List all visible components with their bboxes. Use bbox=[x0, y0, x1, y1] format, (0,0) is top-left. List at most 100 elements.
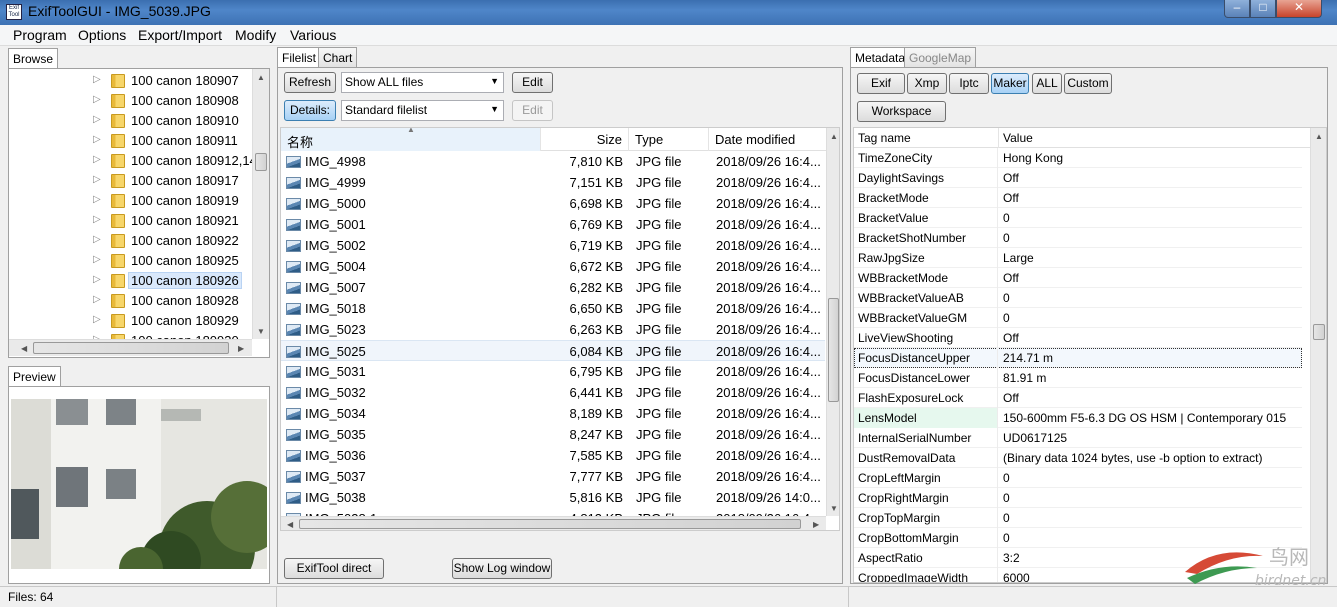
file-row[interactable]: IMG_5025 6,084 KB JPG file 2018/09/26 16:4.… bbox=[281, 340, 825, 361]
column-tag-name[interactable]: Tag name bbox=[854, 128, 999, 148]
iptc-group-button[interactable]: Iptc bbox=[949, 73, 989, 94]
file-row[interactable]: IMG_5035 8,247 KB JPG file 2018/09/26 16:4.… bbox=[281, 424, 825, 445]
expand-arrow-icon[interactable]: ▷ bbox=[93, 134, 101, 145]
file-row[interactable]: IMG_5002 6,719 KB JPG file 2018/09/26 16:4.… bbox=[281, 235, 825, 256]
tree-folder-item[interactable]: ▷ 100 canon 180928 bbox=[9, 291, 257, 311]
metadata-row[interactable]: WBBracketMode Off bbox=[854, 268, 1302, 288]
tab-browse[interactable]: Browse bbox=[8, 48, 59, 69]
file-row[interactable]: IMG_5018 6,650 KB JPG file 2018/09/26 16:4.… bbox=[281, 298, 825, 319]
expand-arrow-icon[interactable]: ▷ bbox=[93, 274, 101, 285]
file-row[interactable]: IMG_5000 6,698 KB JPG file 2018/09/26 16:4.… bbox=[281, 193, 825, 214]
tree-folder-item[interactable]: ▷ 100 canon 180917 bbox=[9, 171, 257, 191]
expand-arrow-icon[interactable]: ▷ bbox=[93, 114, 101, 125]
tree-folder-item[interactable]: ▷ 100 canon 180929 bbox=[9, 311, 257, 331]
maximize-button[interactable]: □ bbox=[1250, 0, 1276, 18]
tab-preview[interactable]: Preview bbox=[8, 366, 61, 387]
file-row[interactable]: IMG_5001 6,769 KB JPG file 2018/09/26 16:4.… bbox=[281, 214, 825, 235]
file-list-hscroll[interactable]: ◀ ▶ bbox=[281, 516, 826, 530]
file-list-vscroll[interactable]: ▲ ▼ bbox=[826, 128, 839, 516]
tree-folder-item[interactable]: ▷ 100 canon 180922 bbox=[9, 231, 257, 251]
file-row[interactable]: IMG_4999 7,151 KB JPG file 2018/09/26 16:4.… bbox=[281, 172, 825, 193]
metadata-row[interactable]: CropLeftMargin 0 bbox=[854, 468, 1302, 488]
expand-arrow-icon[interactable]: ▷ bbox=[93, 194, 101, 205]
tab-chart[interactable]: Chart bbox=[318, 47, 358, 67]
maker-group-button[interactable]: Maker bbox=[991, 73, 1029, 94]
xmp-group-button[interactable]: Xmp bbox=[907, 73, 947, 94]
tree-folder-item[interactable]: ▷ 100 canon 180926 bbox=[9, 271, 257, 291]
file-row[interactable]: IMG_5032 6,441 KB JPG file 2018/09/26 16:4.… bbox=[281, 382, 825, 403]
tree-folder-item[interactable]: ▷ 100 canon 180911 bbox=[9, 131, 257, 151]
file-row[interactable]: IMG_5038 5,816 KB JPG file 2018/09/26 14:0.… bbox=[281, 487, 825, 508]
file-row[interactable]: IMG_5007 6,282 KB JPG file 2018/09/26 16:4.… bbox=[281, 277, 825, 298]
close-button[interactable]: ✕ bbox=[1276, 0, 1322, 18]
details-button[interactable]: Details: bbox=[284, 100, 336, 121]
expand-arrow-icon[interactable]: ▷ bbox=[93, 154, 101, 165]
metadata-row[interactable]: LiveViewShooting Off bbox=[854, 328, 1302, 348]
metadata-row[interactable]: DustRemovalData (Binary data 1024 bytes, … bbox=[854, 448, 1302, 468]
menu-export-import[interactable]: Export/Import bbox=[138, 27, 222, 43]
all-group-button[interactable]: ALL bbox=[1032, 73, 1062, 94]
file-row[interactable]: IMG_5031 6,795 KB JPG file 2018/09/26 16:4.… bbox=[281, 361, 825, 382]
tab-googlemap[interactable]: GoogleMap bbox=[904, 47, 977, 67]
expand-arrow-icon[interactable]: ▷ bbox=[93, 74, 101, 85]
edit-filter-button[interactable]: Edit bbox=[512, 72, 553, 93]
column-value[interactable]: Value bbox=[999, 128, 1310, 148]
metadata-row[interactable]: WBBracketValueAB 0 bbox=[854, 288, 1302, 308]
expand-arrow-icon[interactable]: ▷ bbox=[93, 234, 101, 245]
tree-vscroll[interactable]: ▲ ▼ bbox=[252, 69, 269, 339]
expand-arrow-icon[interactable]: ▷ bbox=[93, 294, 101, 305]
column-date-modified[interactable]: Date modified bbox=[709, 128, 826, 151]
view-mode-select[interactable]: Standard filelist ▼ bbox=[341, 100, 504, 121]
file-row[interactable]: IMG_5036 7,585 KB JPG file 2018/09/26 16:4.… bbox=[281, 445, 825, 466]
expand-arrow-icon[interactable]: ▷ bbox=[93, 214, 101, 225]
file-row[interactable]: IMG_4998 7,810 KB JPG file 2018/09/26 16:4.… bbox=[281, 151, 825, 172]
expand-arrow-icon[interactable]: ▷ bbox=[93, 94, 101, 105]
menu-modify[interactable]: Modify bbox=[235, 27, 276, 43]
tree-folder-item[interactable]: ▷ 100 canon 180925 bbox=[9, 251, 257, 271]
metadata-row[interactable]: BracketMode Off bbox=[854, 188, 1302, 208]
file-row[interactable]: IMG_5034 8,189 KB JPG file 2018/09/26 16:4.… bbox=[281, 403, 825, 424]
menu-options[interactable]: Options bbox=[78, 27, 126, 43]
menu-program[interactable]: Program bbox=[13, 27, 67, 43]
show-log-window-button[interactable]: Show Log window bbox=[452, 558, 552, 579]
metadata-row[interactable]: WBBracketValueGM 0 bbox=[854, 308, 1302, 328]
refresh-button[interactable]: Refresh bbox=[284, 72, 336, 93]
expand-arrow-icon[interactable]: ▷ bbox=[93, 314, 101, 325]
tree-folder-item[interactable]: ▷ 100 canon 180921 bbox=[9, 211, 257, 231]
metadata-row[interactable]: CropRightMargin 0 bbox=[854, 488, 1302, 508]
tab-filelist[interactable]: Filelist bbox=[277, 47, 322, 68]
metadata-row[interactable]: RawJpgSize Large bbox=[854, 248, 1302, 268]
metadata-row[interactable]: FocusDistanceLower 81.91 m bbox=[854, 368, 1302, 388]
metadata-vscroll[interactable]: ▲ bbox=[1310, 128, 1326, 582]
workspace-button[interactable]: Workspace bbox=[857, 101, 946, 122]
metadata-row[interactable]: DaylightSavings Off bbox=[854, 168, 1302, 188]
tab-metadata[interactable]: Metadata bbox=[850, 47, 911, 68]
metadata-row[interactable]: BracketValue 0 bbox=[854, 208, 1302, 228]
exiftool-direct-button[interactable]: ExifTool direct bbox=[284, 558, 384, 579]
tree-folder-item[interactable]: ▷ 100 canon 180912,14 bbox=[9, 151, 257, 171]
metadata-row[interactable]: FocusDistanceUpper 214.71 m bbox=[854, 348, 1302, 368]
metadata-row[interactable]: LensModel 150-600mm F5-6.3 DG OS HSM | Co… bbox=[854, 408, 1302, 428]
tree-folder-item[interactable]: ▷ 100 canon 180910 bbox=[9, 111, 257, 131]
tree-folder-item[interactable]: ▷ 100 canon 180919 bbox=[9, 191, 257, 211]
column-size[interactable]: Size bbox=[541, 128, 629, 151]
file-row[interactable]: IMG_5004 6,672 KB JPG file 2018/09/26 16:4.… bbox=[281, 256, 825, 277]
metadata-row[interactable]: TimeZoneCity Hong Kong bbox=[854, 148, 1302, 168]
tree-folder-item[interactable]: ▷ 100 canon 180908 bbox=[9, 91, 257, 111]
exif-group-button[interactable]: Exif bbox=[857, 73, 905, 94]
tree-hscroll[interactable]: ◀ ▶ bbox=[9, 339, 252, 356]
menu-various[interactable]: Various bbox=[290, 27, 336, 43]
metadata-row[interactable]: InternalSerialNumber UD0617125 bbox=[854, 428, 1302, 448]
custom-group-button[interactable]: Custom bbox=[1064, 73, 1112, 94]
minimize-button[interactable]: – bbox=[1224, 0, 1250, 18]
file-row[interactable]: IMG_5023 6,263 KB JPG file 2018/09/26 16:4.… bbox=[281, 319, 825, 340]
metadata-row[interactable]: FlashExposureLock Off bbox=[854, 388, 1302, 408]
metadata-row[interactable]: BracketShotNumber 0 bbox=[854, 228, 1302, 248]
tree-folder-item[interactable]: ▷ 100 canon 180907 bbox=[9, 71, 257, 91]
file-row[interactable]: IMG_5037 7,777 KB JPG file 2018/09/26 16:4.… bbox=[281, 466, 825, 487]
file-filter-select[interactable]: Show ALL files ▼ bbox=[341, 72, 504, 93]
column-type[interactable]: Type bbox=[629, 128, 709, 151]
metadata-row[interactable]: CropTopMargin 0 bbox=[854, 508, 1302, 528]
expand-arrow-icon[interactable]: ▷ bbox=[93, 174, 101, 185]
expand-arrow-icon[interactable]: ▷ bbox=[93, 254, 101, 265]
